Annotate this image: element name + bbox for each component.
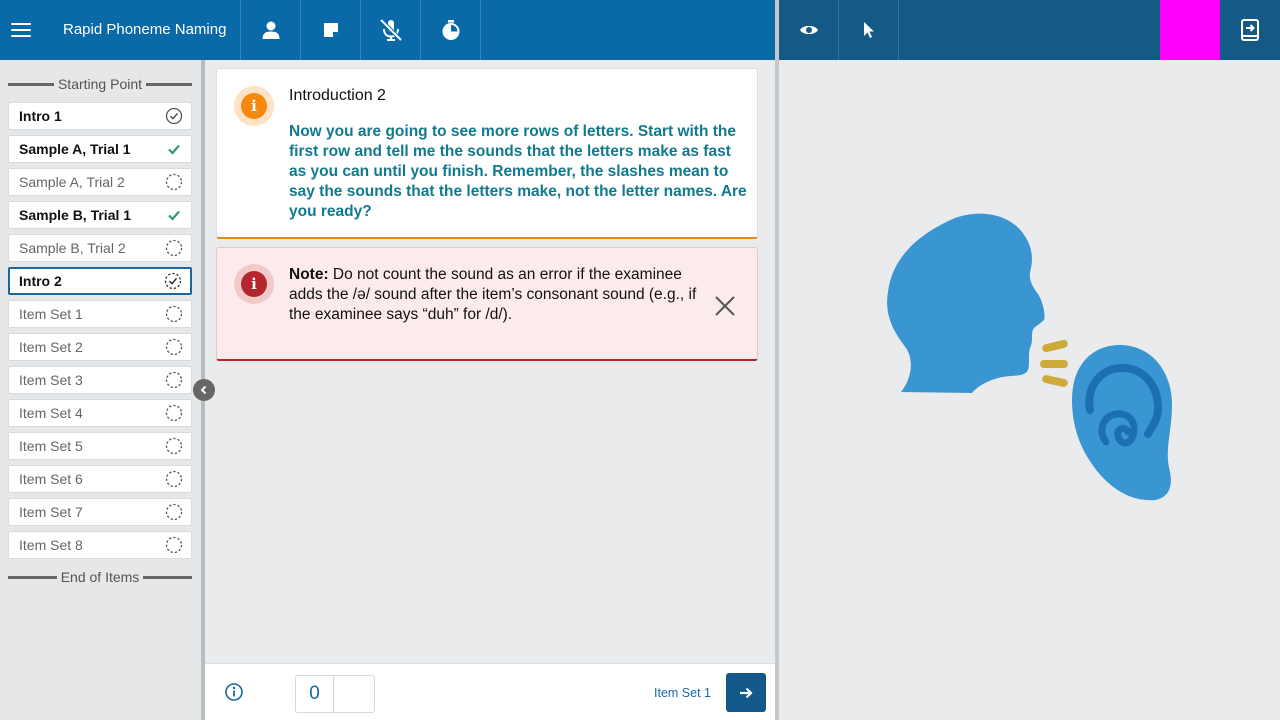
in-progress-icon [164,272,182,290]
pending-circle-icon [165,536,183,554]
sidebar-item[interactable]: Sample A, Trial 2 [8,168,192,196]
arrow-right-icon [740,687,753,698]
pointer-button[interactable] [839,0,899,60]
info-icon: i [241,93,267,119]
sidebar-item-label: Item Set 1 [19,306,83,322]
sidebar-item-label: Sample A, Trial 1 [19,141,131,157]
instruction-card: i Introduction 2 Now you are going to se… [216,68,758,239]
sidebar-item-label: Item Set 7 [19,504,83,520]
person-button[interactable] [241,0,301,60]
sidebar-item-label: Item Set 6 [19,471,83,487]
sidebar-item[interactable]: Item Set 3 [8,366,192,394]
footer-bar: 0 Item Set 1 [205,663,775,720]
sidebar-item[interactable]: Sample B, Trial 1 [8,201,192,229]
timer-icon [442,20,459,40]
ear-icon [1072,345,1172,501]
sidebar-item-label: Item Set 4 [19,405,83,421]
pending-circle-icon [165,470,183,488]
sidebar-item-label: Item Set 5 [19,438,83,454]
sidebar-item[interactable]: Intro 1 [8,102,192,130]
app-title: Rapid Phoneme Naming [42,0,241,60]
note-text: Note: Do not count the sound as an error… [289,265,709,325]
next-item-label: Item Set 1 [654,686,711,700]
end-of-items-separator: End of Items [8,569,192,585]
pending-circle-icon [165,338,183,356]
starting-point-separator: Starting Point [8,76,192,92]
head-icon [887,213,1045,393]
sidebar-item[interactable]: Sample B, Trial 2 [8,234,192,262]
sidebar-item-label: Item Set 2 [19,339,83,355]
menu-icon[interactable] [0,0,42,60]
sidebar-item[interactable]: Item Set 8 [8,531,192,559]
pending-circle-icon [165,239,183,257]
sidebar-item-label: Sample B, Trial 1 [19,207,132,223]
pending-circle-icon [165,404,183,422]
pending-circle-icon [165,503,183,521]
checkmark-icon [165,140,183,158]
sidebar-item[interactable]: Sample A, Trial 1 [8,135,192,163]
check-circle-icon [165,107,183,125]
sidebar-item[interactable]: Item Set 4 [8,399,192,427]
chevron-left-icon [200,385,207,395]
next-button[interactable] [726,673,766,712]
sound-waves-icon [1040,339,1068,387]
note-icon [323,23,338,37]
sidebar-item[interactable]: Intro 2 [8,267,192,295]
exit-button[interactable] [1220,0,1280,60]
panel-divider[interactable] [775,0,779,720]
notes-button[interactable] [301,0,361,60]
exit-icon [1241,19,1259,41]
sidebar-item-label: Intro 2 [19,273,62,289]
score-field[interactable]: 0 [295,675,375,713]
info-icon[interactable] [224,682,244,702]
sidebar-item-label: Intro 1 [19,108,62,124]
sidebar-item-label: Sample A, Trial 2 [19,174,125,190]
note-label: Note: [289,266,329,283]
pending-circle-icon [165,371,183,389]
instruction-title: Introduction 2 [289,87,386,104]
sidebar-item[interactable]: Item Set 5 [8,432,192,460]
speaking-listening-illustration [887,213,1172,501]
score-value: 0 [296,676,334,712]
note-body: Do not count the sound as an error if th… [289,266,697,323]
pointer-icon [863,22,874,38]
eye-button[interactable] [779,0,839,60]
pending-circle-icon [165,305,183,323]
sidebar-item[interactable]: Item Set 2 [8,333,192,361]
eye-icon [799,25,818,35]
collapse-sidebar-button[interactable] [193,379,215,401]
sidebar-item[interactable]: Item Set 1 [8,300,192,328]
info-badge: i [234,86,274,126]
mic-off-icon [379,18,402,42]
sidebar-item-label: Sample B, Trial 2 [19,240,126,256]
pending-circle-icon [165,173,183,191]
sidebar-item[interactable]: Item Set 7 [8,498,192,526]
alert-icon: i [241,271,267,297]
pending-circle-icon [165,437,183,455]
close-icon[interactable] [713,294,737,318]
top-toolbar: Rapid Phoneme Naming [0,0,775,60]
instruction-text: Now you are going to see more rows of le… [289,123,747,220]
sidebar-item[interactable]: Item Set 6 [8,465,192,493]
person-icon [262,21,279,39]
note-card: i Note: Do not count the sound as an err… [216,247,758,361]
timer-button[interactable] [421,0,481,60]
checkmark-icon [165,206,183,224]
alert-badge: i [234,264,274,304]
highlight-block [1160,0,1220,60]
sidebar-item-label: Item Set 8 [19,537,83,553]
sidebar-item-label: Item Set 3 [19,372,83,388]
item-sidebar: Starting Point Intro 1 Sample A, Trial 1 S… [0,60,201,720]
mic-button[interactable] [361,0,421,60]
